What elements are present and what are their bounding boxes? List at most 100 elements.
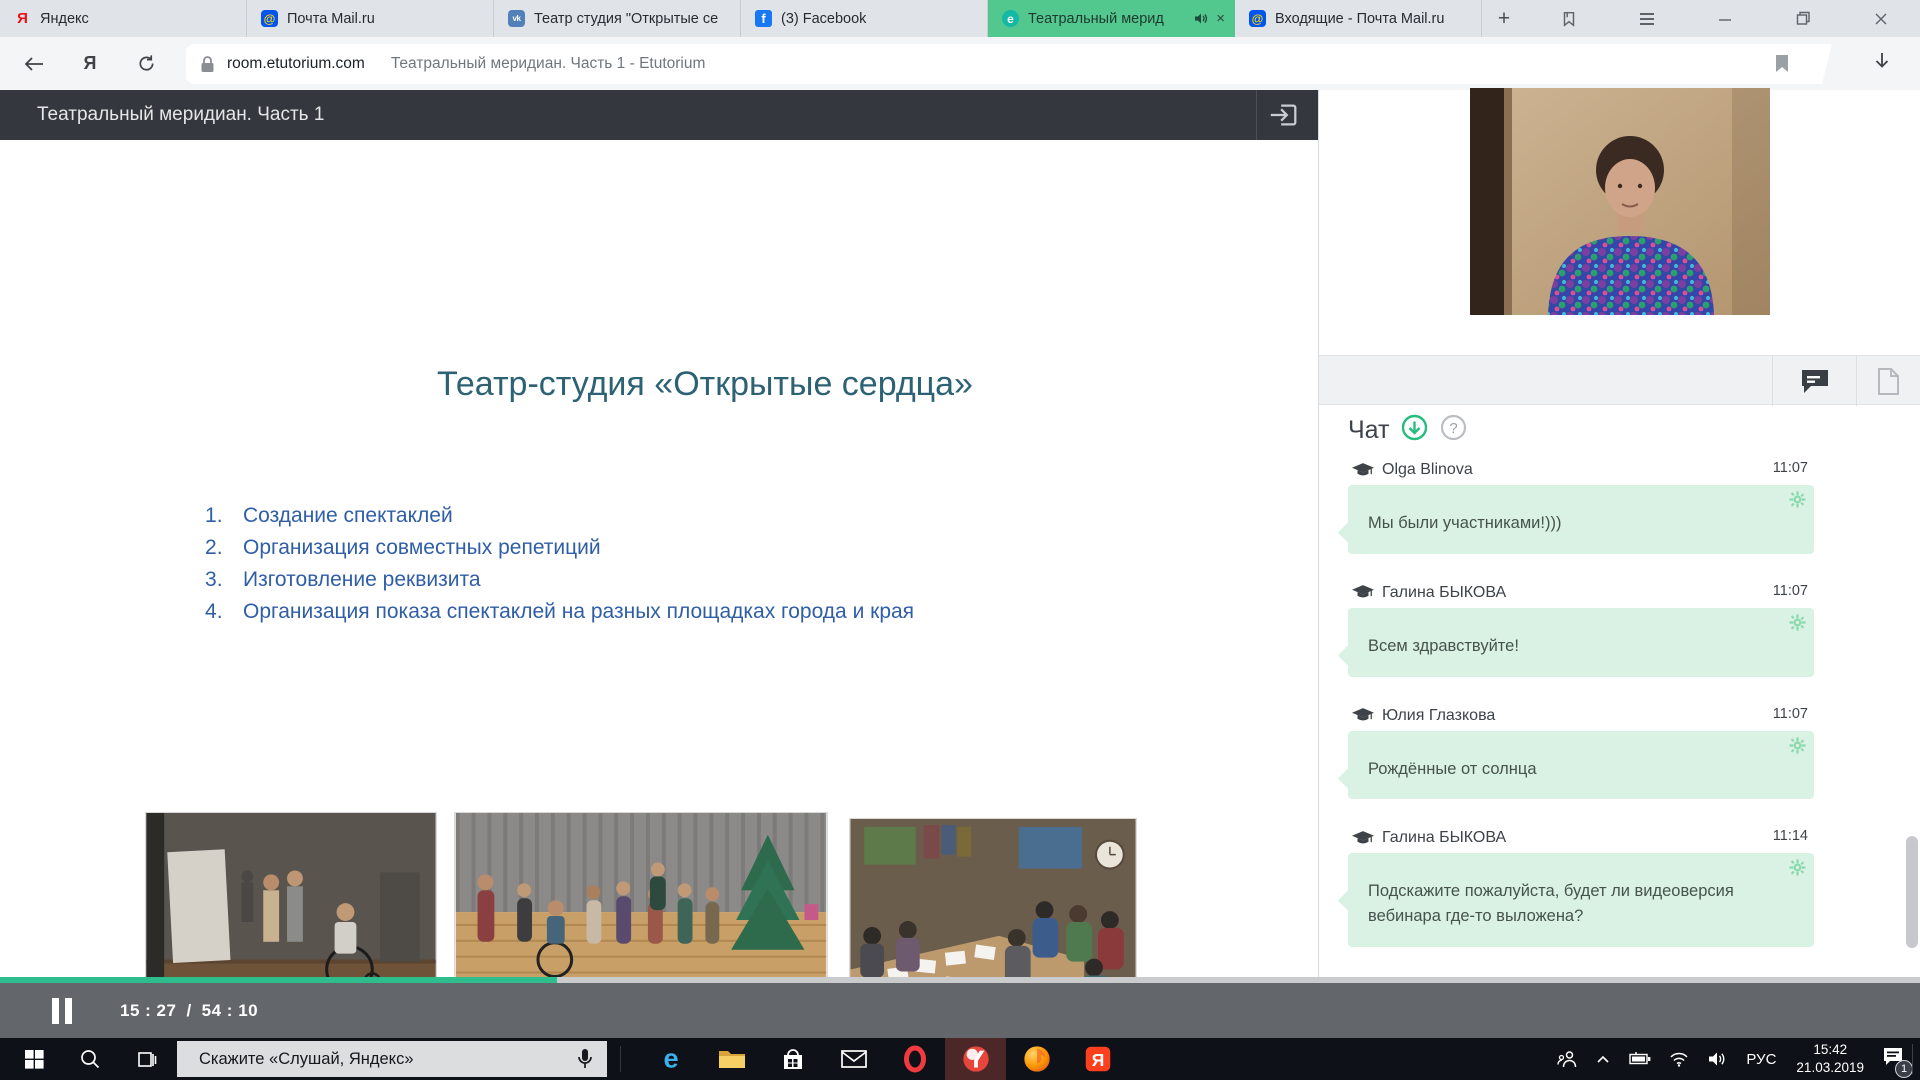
- chat-message: Галина БЫКОВА11:07Всем здравствуйте!: [1348, 581, 1814, 677]
- exit-webinar-icon[interactable]: [1256, 90, 1310, 140]
- message-settings-gear-icon[interactable]: [1789, 859, 1806, 876]
- slide-list-item: Изготовление реквизита: [205, 564, 914, 596]
- taskbar-app-yandex[interactable]: Я: [1067, 1038, 1128, 1080]
- taskbar-app-store[interactable]: [762, 1038, 823, 1080]
- webinar-header: Театральный меридиан. Часть 1: [0, 90, 1318, 140]
- minimize-button[interactable]: [1686, 0, 1764, 37]
- bookmark-page-icon[interactable]: [1774, 54, 1790, 78]
- chat-author: Olga Blinova: [1382, 461, 1473, 479]
- scroll-to-bottom-icon[interactable]: [1401, 414, 1428, 446]
- show-desktop-strip[interactable]: [1912, 1044, 1913, 1074]
- new-tab-button[interactable]: +: [1482, 0, 1526, 37]
- notification-badge: 1: [1895, 1060, 1913, 1078]
- taskbar-divider: [620, 1046, 621, 1072]
- system-tray: РУС 15:42 21.03.2019 1: [1548, 1038, 1920, 1080]
- message-settings-gear-icon[interactable]: [1789, 491, 1806, 508]
- mail-icon: [840, 1048, 868, 1070]
- chat-message-header: Галина БЫКОВА11:14: [1348, 826, 1814, 850]
- taskbar-app-opera[interactable]: [884, 1038, 945, 1080]
- mailru-icon: @: [261, 10, 278, 27]
- action-center-icon[interactable]: 1: [1882, 1046, 1904, 1072]
- language-indicator[interactable]: РУС: [1746, 1051, 1776, 1068]
- message-settings-gear-icon[interactable]: [1789, 737, 1806, 754]
- yandex-icon: Я: [1084, 1045, 1112, 1073]
- time-separator: /: [186, 1001, 191, 1021]
- message-settings-gear-icon[interactable]: [1789, 614, 1806, 631]
- tray-date: 21.03.2019: [1796, 1059, 1864, 1077]
- yandex-home-button[interactable]: Я: [70, 37, 110, 90]
- yandex-browser-icon: [961, 1044, 991, 1074]
- chat-scrollbar[interactable]: [1906, 836, 1918, 948]
- tab-title: Яндекс: [40, 11, 236, 27]
- chat-timestamp: 11:07: [1773, 460, 1808, 476]
- slide-list-item: Создание спектаклей: [205, 500, 914, 532]
- taskbar-app-yandex-browser[interactable]: [945, 1038, 1006, 1080]
- taskbar-search-icon[interactable]: [66, 1038, 114, 1080]
- bookmarks-flag-icon[interactable]: [1530, 0, 1608, 37]
- player-bar: 15 : 27 / 54 : 10: [0, 983, 1920, 1038]
- browser-tab-bar: ЯЯндекс@Почта Mail.ruvkТеатр студия "Отк…: [0, 0, 1920, 37]
- webinar-title: Театральный меридиан. Часть 1: [37, 90, 324, 140]
- presenter-cap-icon: [1352, 831, 1374, 846]
- chat-tab-icon[interactable]: [1772, 356, 1856, 406]
- chat-message-header: Юлия Глазкова 11:07: [1348, 704, 1814, 728]
- presenter-cap-icon: [1352, 708, 1374, 723]
- edge-icon: e: [656, 1044, 686, 1074]
- chat-bubble: Рождённые от солнца: [1348, 731, 1814, 800]
- chat-message: Olga Blinova 11:07 Мы были участниками!))): [1348, 458, 1814, 554]
- elapsed-time: 15 : 27: [120, 1001, 176, 1021]
- tab-audio-speaker-icon[interactable]: [1194, 12, 1208, 25]
- browser-tab[interactable]: ЯЯндекс: [0, 0, 247, 37]
- vk-icon: vk: [508, 10, 525, 27]
- taskbar-app-file-explorer[interactable]: [701, 1038, 762, 1080]
- files-tab-icon[interactable]: [1856, 356, 1920, 406]
- chat-bubble: Всем здравствуйте!: [1348, 608, 1814, 677]
- battery-icon[interactable]: [1629, 1052, 1651, 1066]
- chat-message-list: Olga Blinova 11:07 Мы были участниками!)))…: [1348, 458, 1814, 974]
- taskbar-app-mail[interactable]: [823, 1038, 884, 1080]
- wifi-icon[interactable]: [1669, 1051, 1689, 1067]
- windows-taskbar: Скажите «Слушай, Яндекс» e Я РУС: [0, 1038, 1920, 1080]
- browser-tab[interactable]: @Почта Mail.ru: [247, 0, 494, 37]
- taskbar-search-box[interactable]: Скажите «Слушай, Яндекс»: [177, 1041, 607, 1077]
- browser-tab[interactable]: vkТеатр студия "Открытые се: [494, 0, 741, 37]
- show-hidden-icons-chevron[interactable]: [1595, 1053, 1611, 1065]
- slide-list: Создание спектаклейОрганизация совместны…: [205, 500, 914, 628]
- url-box[interactable]: room.etutorium.com Театральный меридиан.…: [186, 44, 1816, 84]
- browser-tab[interactable]: eТеатральный мерид×: [988, 0, 1235, 37]
- presenter-webcam-video: [1470, 88, 1770, 315]
- refresh-button[interactable]: [126, 37, 166, 90]
- taskbar-app-firefox[interactable]: [1006, 1038, 1067, 1080]
- browser-tab[interactable]: f(3) Facebook: [741, 0, 988, 37]
- clock[interactable]: 15:42 21.03.2019: [1796, 1041, 1864, 1076]
- volume-icon[interactable]: [1707, 1050, 1727, 1068]
- restore-button[interactable]: [1764, 0, 1842, 37]
- chat-author: Юлия Глазкова: [1382, 707, 1495, 725]
- chat-help-icon[interactable]: ?: [1440, 414, 1467, 446]
- task-view-icon[interactable]: [122, 1038, 170, 1080]
- downloads-icon[interactable]: [1872, 51, 1892, 78]
- tray-time: 15:42: [1796, 1041, 1864, 1059]
- people-icon[interactable]: [1557, 1049, 1577, 1069]
- lock-icon[interactable]: [200, 55, 215, 73]
- pause-button[interactable]: [52, 998, 72, 1024]
- browser-tab[interactable]: @Входящие - Почта Mail.ru: [1235, 0, 1482, 37]
- browser-menu-icon[interactable]: [1608, 0, 1686, 37]
- microphone-icon[interactable]: [577, 1048, 593, 1070]
- tab-title: Входящие - Почта Mail.ru: [1275, 11, 1471, 27]
- presenter-cap-icon: [1352, 463, 1374, 478]
- chat-message-header: Olga Blinova 11:07: [1348, 458, 1814, 482]
- svg-text:?: ?: [1450, 420, 1458, 437]
- taskbar-search-text: Скажите «Слушай, Яндекс»: [199, 1050, 577, 1069]
- tabs-container: ЯЯндекс@Почта Mail.ruvkТеатр студия "Отк…: [0, 0, 1482, 37]
- panel-toolbar: [1319, 355, 1920, 405]
- taskbar-app-edge[interactable]: e: [640, 1038, 701, 1080]
- back-button[interactable]: [14, 37, 54, 90]
- chat-timestamp: 11:07: [1773, 706, 1808, 722]
- presenter-cap-icon: [1352, 585, 1374, 600]
- start-button[interactable]: [10, 1038, 58, 1080]
- chat-bubble: Мы были участниками!))): [1348, 485, 1814, 554]
- store-icon: [780, 1046, 806, 1072]
- close-window-button[interactable]: [1842, 0, 1920, 37]
- tab-close-icon[interactable]: ×: [1216, 11, 1225, 26]
